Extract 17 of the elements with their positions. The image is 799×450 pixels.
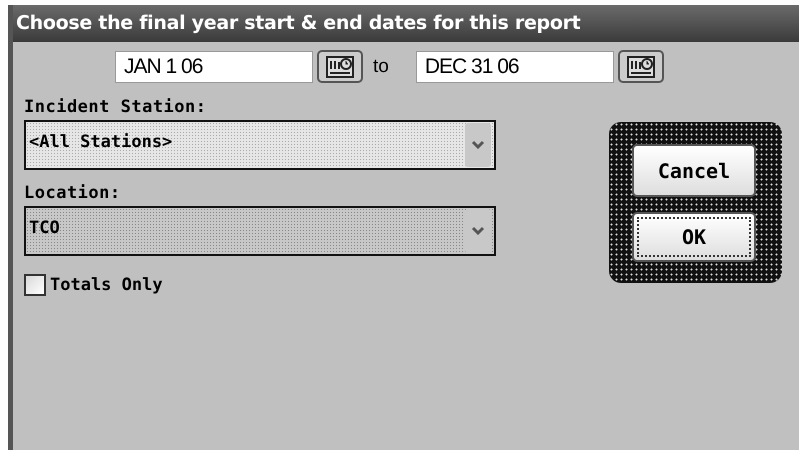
field-label: Location:	[24, 182, 122, 205]
to-label: to	[373, 56, 389, 78]
chevron-down-icon	[465, 123, 491, 167]
dialog-button[interactable]: Cancel	[632, 144, 756, 197]
start-date-field[interactable]: JAN 1 06	[115, 50, 313, 82]
dropdown[interactable]: TCO	[24, 206, 496, 256]
totals-only-checkbox[interactable]: Totals Only	[24, 274, 163, 296]
dialog-button[interactable]: OK	[632, 212, 756, 262]
window-title: Choose the final year start & end dates for this report	[13, 5, 799, 42]
calendar-icon	[626, 54, 656, 78]
calendar-button[interactable]	[618, 50, 664, 83]
end-date-field[interactable]: DEC 31 06	[416, 50, 614, 82]
calendar-button[interactable]	[317, 50, 363, 83]
field-label: Incident Station:	[24, 96, 208, 119]
calendar-icon	[325, 54, 355, 78]
dropdown[interactable]: <All Stations>	[24, 120, 496, 170]
chevron-down-icon	[465, 209, 491, 253]
